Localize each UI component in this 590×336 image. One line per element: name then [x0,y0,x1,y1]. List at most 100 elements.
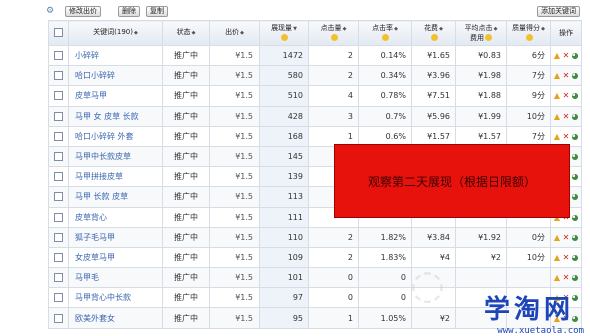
header-avg-cpc[interactable]: 平均点击◆ 费用 [455,20,507,46]
row-checkbox[interactable] [54,71,63,81]
bid-cell[interactable]: ¥1.5 [209,85,260,107]
bid-cell[interactable]: ¥1.5 [209,166,260,188]
bid-cell[interactable]: ¥1.5 [209,226,260,248]
report-pie-icon[interactable]: ◕ [571,213,580,222]
keyword-link[interactable]: 皮草马甲 [68,85,163,107]
row-checkbox-cell[interactable] [48,226,69,248]
raise-bid-icon[interactable]: ▲ [553,51,562,60]
sort-desc-icon[interactable]: ▼ [293,26,297,32]
sort-icon[interactable]: ◆ [240,30,244,36]
sort-icon[interactable]: ◆ [394,26,398,32]
sort-icon[interactable]: ◆ [541,26,545,32]
row-checkbox-cell[interactable] [48,65,69,87]
delete-icon[interactable]: ✕ [562,132,571,141]
row-checkbox[interactable] [54,252,63,262]
select-all-checkbox-cell[interactable] [48,20,69,46]
help-icon[interactable] [382,34,389,41]
keyword-link[interactable]: 女皮草马甲 [68,246,163,269]
bid-cell[interactable]: ¥1.5 [209,186,260,208]
bid-cell[interactable]: ¥1.5 [209,246,260,269]
help-icon[interactable] [485,34,492,41]
report-pie-icon[interactable]: ◕ [571,132,580,141]
report-pie-icon[interactable]: ◕ [571,233,580,242]
keyword-link[interactable]: 哈口小碎碎 [68,65,163,87]
report-pie-icon[interactable]: ◕ [571,91,580,100]
copy-button[interactable]: 复制 [146,6,168,17]
settings-icon[interactable]: ⚙ [45,6,55,16]
bid-cell[interactable]: ¥1.5 [209,267,260,289]
keyword-link[interactable]: 马甲拼接皮草 [68,166,163,188]
help-icon[interactable] [430,34,438,41]
row-checkbox[interactable] [54,91,63,101]
help-icon[interactable] [281,34,288,41]
row-checkbox-cell[interactable] [48,307,69,329]
keyword-link[interactable]: 马甲背心中长款 [68,287,163,309]
delete-icon[interactable]: ✕ [562,253,571,262]
row-checkbox-cell[interactable] [48,267,69,289]
row-checkbox[interactable] [54,273,63,283]
keyword-link[interactable]: 狐子毛马甲 [68,226,163,248]
bid-cell[interactable]: ¥1.5 [209,307,260,329]
delete-icon[interactable]: ✕ [562,112,571,121]
header-keyword[interactable]: 关键词(190)◆ [68,20,163,46]
row-checkbox[interactable] [54,192,63,202]
row-checkbox-cell[interactable] [48,125,69,147]
header-clicks[interactable]: 点击量◆ [308,20,359,46]
header-impressions[interactable]: 展现量▼ [259,20,309,46]
sort-icon[interactable]: ◆ [494,26,498,32]
bid-cell[interactable]: ¥1.5 [209,44,260,67]
help-icon[interactable] [330,34,338,41]
select-all-checkbox[interactable] [54,28,63,38]
bid-cell[interactable]: ¥1.5 [209,287,260,309]
raise-bid-icon[interactable]: ▲ [553,91,562,100]
sort-icon[interactable]: ◆ [134,30,138,36]
report-pie-icon[interactable]: ◕ [571,152,580,161]
row-checkbox-cell[interactable] [48,145,69,168]
help-icon[interactable] [525,34,533,41]
raise-bid-icon[interactable]: ▲ [553,273,562,282]
keyword-link[interactable]: 欧美外套女 [68,307,163,329]
row-checkbox[interactable] [54,51,63,61]
keyword-link[interactable]: 马甲 女 皮草 长款 [68,105,163,127]
edit-bid-button[interactable]: 修改出价 [65,6,101,17]
keyword-link[interactable]: 马甲 长款 皮草 [68,186,163,208]
header-bid[interactable]: 出价◆ [209,20,260,46]
row-checkbox[interactable] [54,212,63,222]
raise-bid-icon[interactable]: ▲ [553,71,562,80]
report-pie-icon[interactable]: ◕ [571,51,580,60]
raise-bid-icon[interactable]: ▲ [553,253,562,262]
report-pie-icon[interactable]: ◕ [571,192,580,201]
delete-icon[interactable]: ✕ [562,273,571,282]
row-checkbox-cell[interactable] [48,287,69,309]
row-checkbox-cell[interactable] [48,186,69,208]
report-pie-icon[interactable]: ◕ [571,253,580,262]
report-pie-icon[interactable]: ◕ [571,112,580,121]
bid-cell[interactable]: ¥1.5 [209,105,260,127]
delete-icon[interactable]: ✕ [562,71,571,80]
row-checkbox[interactable] [54,232,63,242]
row-checkbox-cell[interactable] [48,206,69,228]
row-checkbox[interactable] [54,313,63,323]
row-checkbox[interactable] [54,172,63,182]
keyword-link[interactable]: 马甲中长款皮草 [68,145,163,168]
header-cost[interactable]: 花费◆ [411,20,456,46]
report-pie-icon[interactable]: ◕ [571,273,580,282]
keyword-link[interactable]: 哈口小碎碎 外套 [68,125,163,147]
row-checkbox-cell[interactable] [48,166,69,188]
row-checkbox[interactable] [54,131,63,141]
raise-bid-icon[interactable]: ▲ [553,233,562,242]
report-pie-icon[interactable]: ◕ [571,172,580,181]
delete-icon[interactable]: ✕ [562,233,571,242]
header-quality-score[interactable]: 质量得分◆ [506,20,551,46]
row-checkbox[interactable] [54,111,63,121]
sort-icon[interactable]: ◆ [343,26,347,32]
header-status[interactable]: 状态◆ [162,20,210,46]
bid-cell[interactable]: ¥1.5 [209,125,260,147]
row-checkbox-cell[interactable] [48,85,69,107]
sort-icon[interactable]: ◆ [439,26,443,32]
add-keyword-button[interactable]: 添加关键词 [537,6,580,17]
raise-bid-icon[interactable]: ▲ [553,132,562,141]
bid-cell[interactable]: ¥1.5 [209,206,260,228]
bid-cell[interactable]: ¥1.5 [209,65,260,87]
row-checkbox[interactable] [54,293,63,303]
